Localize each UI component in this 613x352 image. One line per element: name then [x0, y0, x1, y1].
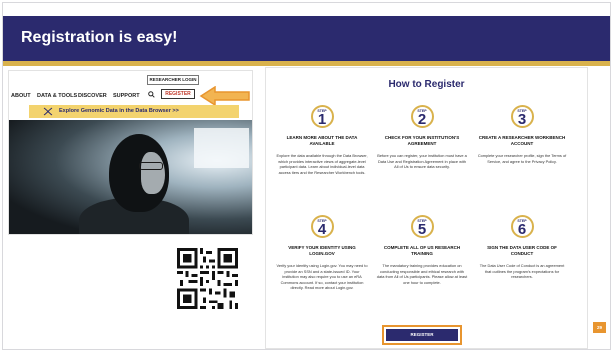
search-icon[interactable] — [148, 91, 155, 100]
how-to-register-panel: How to Register STEP 1 LEARN MORE ABOUT … — [265, 67, 588, 349]
step-1-heading: LEARN MORE ABOUT THE DATA AVAILABLE — [286, 135, 358, 146]
nav-discover[interactable]: DISCOVER — [78, 93, 107, 99]
panel-register-button[interactable]: REGISTER — [386, 329, 458, 341]
researcher-login-button[interactable]: RESEARCHER LOGIN — [147, 75, 199, 85]
step-4-heading: VERIFY YOUR IDENTITY USING LOGIN.GOV — [288, 245, 356, 256]
step-3: STEP 3 CREATE A RESEARCHER WORKBENCH ACC… — [476, 105, 568, 164]
nav-data-tools[interactable]: DATA & TOOLS — [37, 93, 77, 99]
step-4: STEP 4 VERIFY YOUR IDENTITY USING LOGIN.… — [276, 215, 368, 291]
glasses-icon — [139, 162, 163, 170]
step-4-icon: STEP 4 — [310, 215, 334, 238]
step-1: STEP 1 LEARN MORE ABOUT THE DATA AVAILAB… — [276, 105, 368, 175]
pointer-arrow-icon — [199, 86, 250, 106]
step-6-description: The Data User Code of Conduct is an agre… — [479, 263, 565, 280]
step-2: STEP 2 CHECK FOR YOUR INSTITUTION'S AGRE… — [376, 105, 468, 170]
step-3-description: Complete your researcher profile, sign t… — [477, 153, 567, 164]
step-5-icon: STEP 5 — [410, 215, 434, 238]
step-5: STEP 5 COMPLETE ALL OF US RESEARCH TRAIN… — [376, 215, 468, 285]
title-bar: Registration is easy! — [3, 16, 610, 61]
step-6: STEP 6 SIGN THE DATA USER CODE OF CONDUC… — [476, 215, 568, 280]
banner-text: Explore Genomic Data in the Data Browser… — [59, 108, 179, 114]
photo-figure-face — [141, 152, 165, 194]
nav-about[interactable]: ABOUT — [11, 93, 31, 99]
website-screenshot: RESEARCHER LOGIN ABOUT DATA & TOOLS DISC… — [8, 70, 253, 235]
step-1-description: Explore the data available through the D… — [276, 153, 368, 175]
step-4-description: Verify your identity using Login.gov. Yo… — [276, 263, 368, 291]
how-to-register-title: How to Register — [388, 79, 465, 90]
data-browser-banner[interactable]: Explore Genomic Data in the Data Browser… — [29, 105, 239, 118]
step-2-description: Before you can register, your institutio… — [377, 153, 467, 170]
step-5-heading: COMPLETE ALL OF US RESEARCH TRAINING — [383, 245, 461, 256]
step-3-icon: STEP 3 — [510, 105, 534, 128]
title-accent-bar — [3, 61, 610, 66]
dna-icon — [43, 107, 53, 116]
step-2-icon: STEP 2 — [410, 105, 434, 128]
nav-support[interactable]: SUPPORT — [113, 93, 140, 99]
step-5-description: The mandatory training provides educatio… — [376, 263, 468, 285]
slide: Registration is easy! RESEARCHER LOGIN A… — [0, 0, 613, 352]
step-1-icon: STEP 1 — [310, 105, 334, 128]
panel-register-button-highlight: REGISTER — [382, 325, 462, 345]
researcher-photo — [9, 120, 252, 234]
step-6-icon: STEP 6 — [510, 215, 534, 238]
slide-title: Registration is easy! — [21, 29, 178, 46]
monitor-glow — [194, 128, 249, 168]
page-number: 29 — [593, 322, 606, 333]
step-2-heading: CHECK FOR YOUR INSTITUTION'S AGREEMENT — [384, 135, 460, 146]
qr-code — [177, 248, 238, 309]
site-register-button[interactable]: REGISTER — [161, 89, 195, 99]
step-6-heading: SIGN THE DATA USER CODE OF CONDUCT — [487, 245, 557, 256]
step-3-heading: CREATE A RESEARCHER WORKBENCH ACCOUNT — [478, 135, 566, 146]
